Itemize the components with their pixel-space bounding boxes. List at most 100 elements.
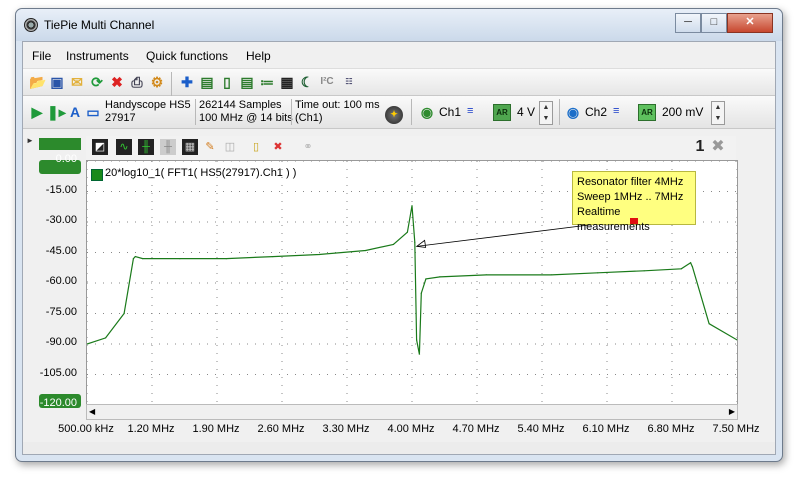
pencil-icon[interactable]: ✎ xyxy=(202,139,218,155)
ch2-range-spinner[interactable]: ▲ ▼ xyxy=(711,101,725,125)
ch1-connector-icon[interactable]: ◉ xyxy=(419,104,435,120)
y-tick-label: -90.00 xyxy=(45,336,77,348)
filter-icon[interactable]: ≔ xyxy=(259,74,275,90)
annotation-note[interactable]: Resonator filter 4MHz Sweep 1MHz .. 7MHz… xyxy=(572,171,696,233)
x-tick-label: 500.00 kHz xyxy=(58,423,114,435)
app-icon xyxy=(24,18,38,32)
fft-trace-point xyxy=(272,255,274,258)
fft-trace-point xyxy=(418,353,421,355)
meter-icon[interactable]: ▦ xyxy=(279,74,295,90)
status-bar xyxy=(23,442,775,454)
single-run-icon[interactable]: ❚▸ xyxy=(47,104,66,120)
fft-trace-point xyxy=(142,258,144,260)
fft-trace-point xyxy=(550,274,552,276)
fft-trace-point xyxy=(406,231,408,233)
yt-graph-icon[interactable]: ▤ xyxy=(199,74,215,90)
open-icon[interactable]: 📂 xyxy=(29,74,46,90)
annotation-line: Resonator filter 4MHz xyxy=(577,176,684,188)
y-tick-label: 0.00 xyxy=(55,153,77,165)
fft-trace-point xyxy=(179,258,181,260)
fft-trace-point xyxy=(123,312,125,315)
trigger-channel: (Ch1) xyxy=(295,112,323,124)
menu-quick-functions[interactable]: Quick functions xyxy=(146,49,228,63)
trigger-timeout[interactable]: Time out: 100 ms xyxy=(295,99,380,111)
v-cursor-icon[interactable]: ╫ xyxy=(160,139,176,155)
graph-type-icon[interactable]: ◩ xyxy=(92,139,108,155)
scroll-right-icon[interactable]: ▶ xyxy=(729,405,735,419)
ch2-label[interactable]: Ch2 xyxy=(585,105,607,119)
y-tick-label: -75.00 xyxy=(45,305,77,318)
note-icon[interactable]: ▯ xyxy=(248,139,264,155)
ch2-range[interactable]: 200 mV xyxy=(662,105,703,119)
settings-icon[interactable]: ⚙ xyxy=(149,74,165,90)
ch1-autorange-button[interactable]: AR xyxy=(493,104,511,121)
close-button[interactable]: ✕ xyxy=(727,13,773,33)
i2c-icon[interactable]: I²C xyxy=(319,74,335,90)
ch1-range[interactable]: 4 V xyxy=(517,105,535,119)
fft-trace-point xyxy=(416,339,418,341)
y-tick-label: -105.00 xyxy=(39,366,77,379)
graph-close-icon[interactable]: ✖ xyxy=(710,139,726,155)
timeout-knob-icon[interactable]: ✦ xyxy=(385,106,403,124)
save-icon[interactable]: ▣ xyxy=(49,74,65,90)
annotation-anchor[interactable] xyxy=(630,218,638,224)
fft-trace-point xyxy=(364,249,367,252)
h-cursor-icon[interactable]: ╫ xyxy=(138,139,154,155)
run-icon[interactable]: ▶ xyxy=(29,104,45,120)
ch2-connector-icon[interactable]: ◉ xyxy=(565,104,581,120)
menu-instruments[interactable]: Instruments xyxy=(66,49,129,63)
sample-rate[interactable]: 100 MHz @ 14 bits xyxy=(199,112,293,124)
refresh-icon[interactable]: ⟳ xyxy=(89,74,105,90)
ch2-coupling-icon[interactable]: ≡ xyxy=(613,105,619,117)
fft-trace-point xyxy=(318,253,320,256)
y-axis: 0.00 -15.00 -30.00 -45.00 -60.00 -75.00 -90.00… xyxy=(35,140,81,409)
menu-help[interactable]: Help xyxy=(246,49,271,63)
minimize-button[interactable]: ─ xyxy=(675,13,701,33)
zoom-out-icon[interactable]: ◫ xyxy=(222,139,238,155)
trace-color-swatch xyxy=(91,169,103,181)
ch1-label[interactable]: Ch1 xyxy=(439,105,461,119)
main-window: TiePie Multi Channel ─ □ ✕ File Instrume… xyxy=(15,8,783,462)
y-tick-label: -45.00 xyxy=(45,244,77,257)
sample-count[interactable]: 262144 Samples xyxy=(199,99,282,111)
fft-trace-point xyxy=(643,270,645,272)
delete-icon[interactable]: ✖ xyxy=(109,74,125,90)
ch2-autorange-button[interactable]: AR xyxy=(638,104,656,121)
print-icon[interactable]: ⎙ xyxy=(129,74,145,90)
title-bar[interactable]: TiePie Multi Channel ─ □ ✕ xyxy=(16,9,782,41)
moon-icon[interactable]: ☾ xyxy=(299,74,315,90)
fft-trace-point xyxy=(134,255,136,258)
mail-icon[interactable]: ✉ xyxy=(69,74,85,90)
menu-file[interactable]: File xyxy=(32,49,51,63)
instrument-toolbar: ▶ ❚▸ A ▭ Handyscope HS5 27917 262144 Sam… xyxy=(23,96,775,129)
x-tick-label: 4.00 MHz xyxy=(387,423,435,435)
ch1-coupling-icon[interactable]: ≡ xyxy=(467,105,473,117)
delete-note-icon[interactable]: ✖ xyxy=(270,139,286,155)
client-area: File Instruments Quick functions Help 📂 … xyxy=(22,41,776,455)
add-icon[interactable]: ✚ xyxy=(179,74,195,90)
fft-plot[interactable]: 20*log10_1( FFT1( HS5(27917).Ch1 ) ) Res… xyxy=(86,160,738,406)
toolbar-separator xyxy=(291,99,292,125)
fft-graph-icon[interactable]: ▤ xyxy=(239,74,255,90)
ch1-range-spinner[interactable]: ▲ ▼ xyxy=(539,101,553,125)
measure-cursor-icon[interactable]: ∿ xyxy=(116,139,132,155)
x-tick-label: 1.90 MHz xyxy=(192,423,240,435)
table-icon[interactable]: ▦ xyxy=(182,139,198,155)
xy-graph-icon[interactable]: ▯ xyxy=(219,74,235,90)
fft-trace-point xyxy=(708,323,710,325)
maximize-button[interactable]: □ xyxy=(701,13,727,33)
x-tick-label: 5.40 MHz xyxy=(517,423,565,435)
instrument-icon[interactable]: ▭ xyxy=(85,104,101,120)
fft-trace-point xyxy=(691,266,694,268)
scroll-left-icon[interactable]: ◀ xyxy=(89,405,95,419)
horizontal-scrollbar[interactable]: ◀ ▶ xyxy=(86,404,738,420)
auto-setup-icon[interactable]: A xyxy=(67,104,83,120)
y-tick-label: -15.00 xyxy=(45,183,77,196)
x-tick-label: 4.70 MHz xyxy=(452,423,500,435)
link-icon[interactable]: ⚭ xyxy=(300,139,316,155)
fft-trace-point xyxy=(439,276,441,278)
fft-trace-point xyxy=(485,274,487,276)
serial-icon[interactable]: ☷ xyxy=(341,74,357,90)
x-tick-label: 1.20 MHz xyxy=(127,423,175,435)
trace-label: 20*log10_1( FFT1( HS5(27917).Ch1 ) ) xyxy=(105,167,297,179)
